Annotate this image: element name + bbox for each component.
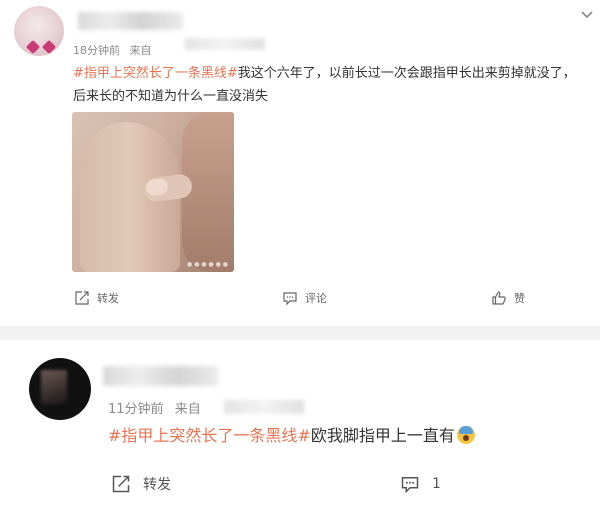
- chevron-down-icon[interactable]: [580, 6, 594, 20]
- avatar[interactable]: [14, 6, 64, 56]
- thumbs-up-icon: [492, 291, 506, 305]
- post-image[interactable]: ● ● ● ● ● ●: [72, 112, 234, 272]
- post-actions: 转发 1: [0, 474, 600, 504]
- comment-button[interactable]: 1: [400, 474, 441, 494]
- repost-button[interactable]: 转发: [111, 474, 171, 494]
- like-button[interactable]: 赞: [491, 290, 525, 306]
- hashtag-link[interactable]: #指甲上突然长了一条黑线#: [73, 66, 238, 81]
- avatar-decoration: [41, 39, 57, 55]
- post-text: #指甲上突然长了一条黑线#欧我脚指甲上一直有: [108, 424, 475, 448]
- post-divider: [0, 326, 600, 340]
- post-source-label: 来自: [174, 402, 201, 417]
- comment-count: 1: [432, 476, 441, 492]
- source-redacted: [224, 400, 304, 414]
- weibo-post-1: 18分钟前 来自 #指甲上突然长了一条黑线#我这个六年了，以前长过一次会跟指甲长…: [0, 0, 600, 326]
- post-source-label: 来自: [129, 44, 152, 57]
- repost-label: 转发: [97, 292, 119, 305]
- avatar-decoration: [25, 39, 41, 55]
- post-body-text: 欧我脚指甲上一直有: [310, 426, 455, 445]
- repost-icon: [112, 475, 130, 493]
- image-watermark: ● ● ● ● ● ●: [187, 261, 228, 268]
- like-label: 赞: [514, 292, 525, 305]
- username-redacted[interactable]: [103, 366, 218, 386]
- hashtag-link[interactable]: #指甲上突然长了一条黑线#: [108, 426, 311, 445]
- post-meta: 11分钟前 来自: [108, 398, 208, 417]
- avatar[interactable]: [29, 358, 91, 420]
- weibo-post-2: 11分钟前 来自 #指甲上突然长了一条黑线#欧我脚指甲上一直有 转发 1: [0, 340, 600, 507]
- comment-icon: [283, 292, 297, 306]
- post-meta: 18分钟前 来自: [73, 42, 158, 58]
- comment-label: 评论: [305, 292, 327, 305]
- post-actions: 转发 评论 赞: [0, 286, 600, 316]
- repost-button[interactable]: 转发: [74, 290, 119, 306]
- post-time: 11分钟前: [108, 402, 164, 417]
- comment-icon: [401, 477, 419, 494]
- post-text: #指甲上突然长了一条黑线#我这个六年了，以前长过一次会跟指甲长出来剪掉就没了，后…: [73, 62, 588, 108]
- repost-icon: [75, 291, 89, 305]
- username-redacted[interactable]: [78, 12, 183, 30]
- repost-label: 转发: [143, 477, 171, 493]
- comment-button[interactable]: 评论: [282, 290, 327, 306]
- source-redacted: [185, 38, 265, 50]
- post-time: 18分钟前: [73, 44, 120, 57]
- scream-face-emoji: [456, 426, 475, 444]
